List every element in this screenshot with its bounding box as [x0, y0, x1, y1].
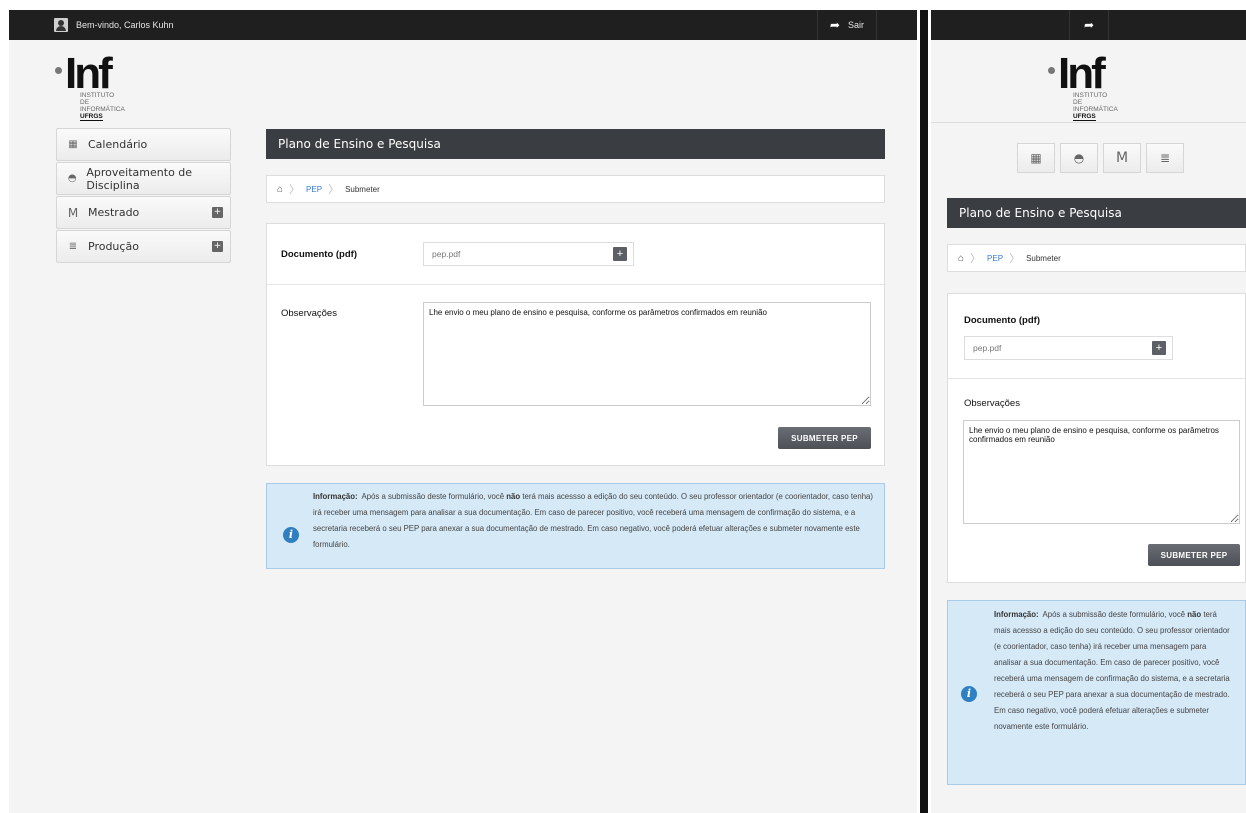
info-text: Informação: Após a submissão deste formu…: [313, 489, 873, 553]
mobile-view: ➦ Inf INSTITUTO DE INFORMÁTICA UFRGS ▦ ◓…: [931, 10, 1246, 813]
user-icon: [54, 18, 68, 32]
logout-button[interactable]: ➦ Sair: [816, 10, 877, 40]
sidebar-item-label: Aproveitamento de Disciplina: [86, 165, 193, 192]
breadcrumb-separator: 〉: [970, 253, 982, 265]
breadcrumb-separator: 〉: [289, 184, 301, 196]
sidebar-item-label: Produção: [88, 240, 139, 253]
breadcrumb-separator: 〉: [328, 184, 340, 196]
share-arrow-icon: ➦: [1083, 18, 1095, 32]
document-file-input[interactable]: pep.pdf +: [423, 242, 634, 266]
logo-line3: UFRGS: [80, 113, 103, 121]
logo-dot: [1048, 67, 1055, 74]
top-bar: Bem-vindo, Carlos Kuhn ➦ Sair: [9, 10, 917, 40]
logo-subtitle: INSTITUTO DE INFORMÁTICA UFRGS: [1073, 92, 1118, 121]
home-icon[interactable]: ⌂: [958, 253, 964, 264]
sidebar: ▦ Calendário ◓ Aproveitamento de Discipl…: [56, 128, 231, 264]
info-alert: i Informação: Após a submissão deste for…: [266, 483, 885, 569]
logo-dot: [55, 67, 62, 74]
divider: [267, 284, 884, 285]
logo-line2: DE INFORMÁTICA: [1073, 99, 1118, 113]
observations-label: Observações: [964, 398, 1020, 409]
breadcrumb-link-pep[interactable]: PEP: [306, 185, 322, 194]
breadcrumb: ⌂ 〉 PEP 〉 Submeter: [266, 175, 885, 203]
cap-icon[interactable]: ◓: [1060, 143, 1098, 173]
mobile-logout-button[interactable]: ➦: [1069, 10, 1109, 40]
inf-logo[interactable]: Inf INSTITUTO DE INFORMÁTICA UFRGS: [1048, 49, 1118, 121]
page-title: Plano de Ensino e Pesquisa: [947, 198, 1246, 228]
divider: [948, 378, 1245, 379]
logo-word: Inf: [65, 49, 113, 98]
observations-textarea[interactable]: Lhe envio o meu plano de ensino e pesqui…: [423, 302, 871, 406]
expand-mestrado-button[interactable]: +: [212, 207, 223, 218]
info-icon: i: [961, 686, 977, 702]
info-alert: i Informação: Após a submissão deste for…: [947, 600, 1246, 785]
info-emphasis: não: [1187, 610, 1202, 619]
stack-icon[interactable]: ≣: [1146, 143, 1184, 173]
calendar-icon: ▦: [68, 139, 78, 150]
home-icon[interactable]: ⌂: [277, 184, 283, 195]
stack-icon: ≣: [68, 241, 78, 252]
page-title: Plano de Ensino e Pesquisa: [266, 129, 885, 159]
breadcrumb: ⌂ 〉 PEP 〉 Submeter: [947, 244, 1246, 272]
inf-logo[interactable]: Inf INSTITUTO DE INFORMÁTICA UFRGS: [55, 49, 125, 121]
observations-label: Observações: [281, 308, 337, 319]
logo-line3: UFRGS: [1073, 113, 1096, 121]
expand-producao-button[interactable]: +: [212, 241, 223, 252]
add-file-button[interactable]: +: [1152, 341, 1166, 355]
info-emphasis: não: [506, 492, 521, 501]
submit-pep-button[interactable]: SUBMETER PEP: [1148, 544, 1240, 566]
sidebar-item-mestrado[interactable]: M Mestrado +: [56, 196, 231, 229]
breadcrumb-separator: 〉: [1009, 253, 1021, 265]
desktop-view: Bem-vindo, Carlos Kuhn ➦ Sair Inf INSTIT…: [9, 10, 917, 813]
breadcrumb-link-pep[interactable]: PEP: [987, 254, 1003, 263]
info-title: Informação:: [313, 492, 358, 501]
logo-word: Inf: [1058, 49, 1106, 98]
cap-icon: ◓: [67, 173, 77, 184]
document-label: Documento (pdf): [281, 249, 357, 260]
submit-pep-button[interactable]: SUBMETER PEP: [778, 427, 871, 449]
submit-form: Documento (pdf) pep.pdf + Observações Lh…: [266, 223, 885, 466]
info-title: Informação:: [994, 610, 1039, 619]
sidebar-item-aproveitamento[interactable]: ◓ Aproveitamento de Disciplina: [56, 162, 231, 195]
welcome-text: Bem-vindo, Carlos Kuhn: [76, 20, 174, 30]
info-icon: i: [283, 527, 299, 543]
info-text: Informação: Após a submissão deste formu…: [994, 607, 1230, 735]
info-text-after: terá mais acessso a edição do seu conteú…: [994, 610, 1230, 731]
breadcrumb-current: Submeter: [1026, 253, 1061, 263]
m-icon: M: [67, 205, 79, 220]
document-file-name: pep.pdf: [973, 343, 1002, 353]
share-arrow-icon: ➦: [829, 18, 840, 32]
logout-label: Sair: [847, 20, 864, 30]
document-file-input[interactable]: pep.pdf +: [964, 336, 1173, 360]
divider-bar: [920, 10, 928, 813]
view-divider: [917, 0, 931, 813]
calendar-icon[interactable]: ▦: [1017, 143, 1055, 173]
sidebar-item-producao[interactable]: ≣ Produção +: [56, 230, 231, 263]
divider: [931, 122, 1246, 123]
observations-textarea[interactable]: Lhe envio o meu plano de ensino e pesqui…: [963, 420, 1240, 524]
submit-form: Documento (pdf) pep.pdf + Observações Lh…: [947, 293, 1246, 583]
sidebar-item-calendario[interactable]: ▦ Calendário: [56, 128, 231, 161]
m-icon[interactable]: M: [1103, 143, 1141, 173]
sidebar-item-label: Calendário: [88, 138, 148, 151]
user-area: Bem-vindo, Carlos Kuhn: [54, 18, 174, 32]
logo-line2: DE INFORMÁTICA: [80, 99, 125, 113]
sidebar-item-label: Mestrado: [88, 206, 140, 219]
breadcrumb-current: Submeter: [345, 184, 380, 194]
logo-line1: INSTITUTO: [80, 92, 115, 99]
document-file-name: pep.pdf: [432, 249, 461, 259]
document-label: Documento (pdf): [964, 315, 1040, 326]
add-file-button[interactable]: +: [613, 247, 627, 261]
logo-subtitle: INSTITUTO DE INFORMÁTICA UFRGS: [80, 92, 125, 121]
mobile-top-bar: ➦: [931, 10, 1246, 40]
info-text-before: Após a submissão deste formulário, você: [1042, 610, 1186, 619]
info-text-before: Após a submissão deste formulário, você: [361, 492, 505, 501]
logo-line1: INSTITUTO: [1073, 92, 1108, 99]
